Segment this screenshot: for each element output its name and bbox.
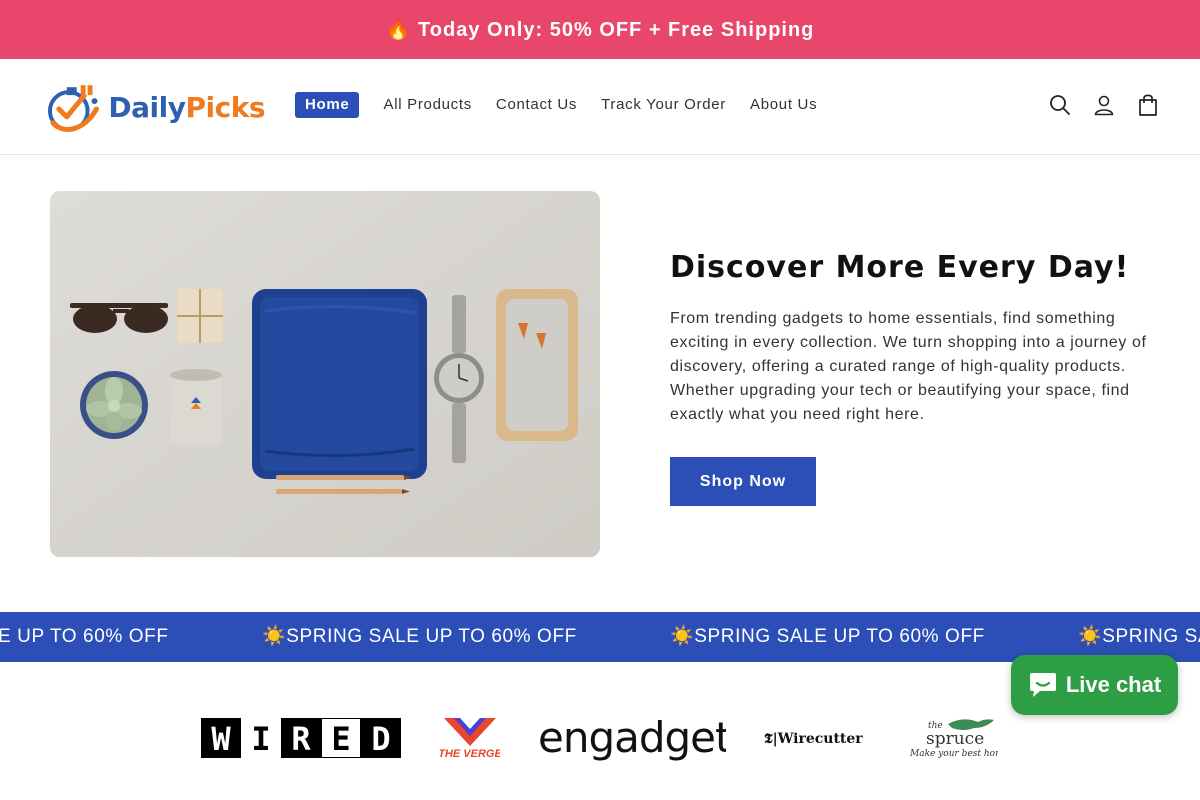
svg-text:THE VERGE: THE VERGE xyxy=(440,748,500,760)
svg-text:D: D xyxy=(371,720,390,758)
site-header: DailyPicks Home All Products Contact Us … xyxy=(0,59,1200,155)
blanket-icon xyxy=(252,289,427,479)
succulent-plant-icon xyxy=(80,371,148,439)
chat-bubble-icon xyxy=(1029,673,1056,697)
nav-item-contact-us[interactable]: Contact Us xyxy=(496,92,577,118)
svg-text:spruce: spruce xyxy=(926,729,984,749)
svg-text:I: I xyxy=(251,720,270,758)
soap-bar-icon xyxy=(177,289,223,343)
hero-image xyxy=(50,191,600,557)
logo-text-picks: Picks xyxy=(185,90,265,124)
hero-flatlay-illustration xyxy=(50,191,600,557)
marquee-item: ☀️SPRING SALE UP TO 60% OFF xyxy=(262,626,577,647)
wirecutter-logo: 𝕿|Wirecutter xyxy=(764,728,868,753)
cart-icon[interactable] xyxy=(1136,93,1160,117)
svg-text:R: R xyxy=(291,720,311,758)
account-icon[interactable] xyxy=(1092,93,1116,117)
engadget-logo: engadget xyxy=(538,713,732,767)
sale-marquee: E UP TO 60% OFF ☀️SPRING SALE UP TO 60% … xyxy=(0,612,1200,662)
hero-description: From trending gadgets to home essentials… xyxy=(670,310,1147,423)
announcement-bar: 🔥 Today Only: 50% OFF + Free Shipping xyxy=(0,0,1200,59)
the-verge-logo: THE VERGE xyxy=(438,716,502,765)
svg-text:engadget: engadget xyxy=(538,714,726,762)
tray-icon xyxy=(496,289,578,441)
header-icons xyxy=(1028,93,1160,117)
logo-text: DailyPicks xyxy=(108,91,265,124)
live-chat-button[interactable]: Live chat xyxy=(1011,655,1178,715)
spruce-tagline: Make your best home xyxy=(909,749,998,759)
live-chat-label: Live chat xyxy=(1065,672,1162,697)
wired-logo: W I R E D xyxy=(201,717,401,763)
logo-text-daily: Daily xyxy=(108,90,186,124)
nav-item-track-order[interactable]: Track Your Order xyxy=(601,92,726,118)
nav-item-about-us[interactable]: About Us xyxy=(750,92,817,118)
marquee-item: ☀️SPRING SALE UP TO 60% OFF xyxy=(670,626,985,647)
svg-text:E: E xyxy=(331,720,350,758)
nav-item-home[interactable]: Home xyxy=(295,92,360,118)
logo-mark-icon xyxy=(47,85,99,132)
mug-icon xyxy=(170,369,222,445)
main-nav: Home All Products Contact Us Track Your … xyxy=(295,92,841,118)
marquee-item: E UP TO 60% OFF xyxy=(0,626,169,647)
announcement-text: 🔥 Today Only: 50% OFF + Free Shipping xyxy=(385,19,815,41)
svg-text:𝕿|Wirecutter: 𝕿|Wirecutter xyxy=(764,731,863,747)
the-spruce-logo: the spruce Make your best home xyxy=(908,716,1009,765)
svg-text:W: W xyxy=(211,720,231,758)
search-icon[interactable] xyxy=(1048,93,1072,117)
site-logo[interactable]: DailyPicks xyxy=(45,79,265,135)
nav-item-all-products[interactable]: All Products xyxy=(383,92,471,118)
shop-now-button[interactable]: Shop Now xyxy=(670,457,816,506)
hero-title: Discover More Every Day! xyxy=(670,250,1130,285)
